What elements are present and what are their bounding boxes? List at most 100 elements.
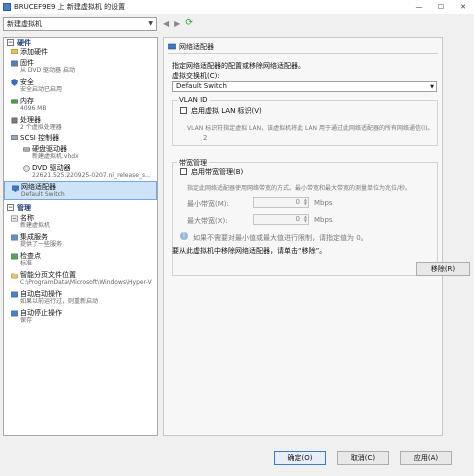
collapse-icon[interactable]: − <box>7 39 14 46</box>
management-header-label: 管理 <box>17 203 31 212</box>
auto-start-icon <box>11 291 18 298</box>
bandwidth-group: 带宽管理 启用带宽管理(B) 指定此网络适配器使用网络带宽的方式。最小带宽和最大… <box>172 158 438 276</box>
tree-item-sub: 4096 MB <box>20 105 47 112</box>
smart-paging-folder-icon <box>11 273 18 279</box>
tree-item-label: 集成服务 <box>20 233 48 241</box>
tree-item-processor[interactable]: 处理器 2 个虚拟处理器 <box>4 114 157 133</box>
virtual-switch-value: Default Switch <box>176 82 227 90</box>
hard-drive-icon <box>23 147 30 152</box>
tree-item-sub: 从 DVD 驱动器 启动 <box>20 67 75 74</box>
enable-vlan-checkbox[interactable] <box>180 107 187 114</box>
minimize-button[interactable]: — <box>408 0 430 14</box>
tree-item-label: 处理器 <box>20 116 41 124</box>
forward-arrow-icon[interactable]: ▶ <box>174 19 180 28</box>
maximize-button[interactable]: ☐ <box>430 0 452 14</box>
tree-item-label: 内存 <box>20 97 34 105</box>
tree-item-label: 硬盘驱动器 <box>32 145 67 153</box>
tree-item-network-adapter[interactable]: 网络适配器 Default Switch <box>4 181 157 200</box>
cancel-button[interactable]: 取消(C) <box>337 451 389 465</box>
tree-item-sub: 新建虚拟机.vhdx <box>32 153 79 160</box>
tree-item-checkpoints[interactable]: 检查点 标准 <box>4 250 157 269</box>
tree-item-label: 固件 <box>20 59 34 67</box>
vlan-id-value[interactable]: 2 <box>203 134 207 142</box>
tree-item-label: 自动停止操作 <box>20 309 62 317</box>
tree-item-sub: 保存 <box>20 317 33 324</box>
tree-item-label: 网络适配器 <box>21 183 56 191</box>
tree-item-label: 自动启动操作 <box>20 290 62 298</box>
remove-button[interactable]: 移除(R) <box>416 262 470 276</box>
panel-description: 指定网络适配器的配置或移除网络适配器。 <box>172 62 305 70</box>
name-icon <box>11 215 18 222</box>
tree-item-scsi-controller[interactable]: SCSI 控制器 <box>4 133 157 143</box>
network-adapter-panel: 网络适配器 指定网络适配器的配置或移除网络适配器。 虚拟交换机(C): Defa… <box>163 37 470 436</box>
apply-button[interactable]: 应用(A) <box>400 451 452 465</box>
tree-item-firmware[interactable]: 固件 从 DVD 驱动器 启动 <box>4 57 157 76</box>
tree-item-hard-drive[interactable]: 硬盘驱动器 新建虚拟机.vhdx <box>4 143 157 162</box>
settings-app-icon <box>3 3 11 11</box>
panel-title: 网络适配器 <box>179 43 214 51</box>
vlan-group: VLAN ID 启用虚拟 LAN 标识(V) VLAN 标识符指定虚拟 LAN，… <box>172 96 438 146</box>
tree-item-sub: 提供了一些服务 <box>20 241 63 248</box>
tree-item-smart-paging[interactable]: 智能分页文件位置 C:\ProgramData\Microsoft\Window… <box>4 269 157 288</box>
tree-item-integration-services[interactable]: 集成服务 提供了一些服务 <box>4 231 157 250</box>
back-arrow-icon[interactable]: ◀ <box>163 19 169 28</box>
tree-item-label: 检查点 <box>20 252 41 260</box>
hardware-section-header[interactable]: − 硬件 <box>4 38 157 47</box>
min-bandwidth-unit: Mbps <box>314 199 333 207</box>
title-bar: BRUCEF9E9 上 新建虚拟机 的设置 — ☐ ✕ <box>0 0 474 14</box>
tree-item-label: 智能分页文件位置 <box>20 271 76 279</box>
tree-item-sub: 安全启动已启用 <box>20 86 63 93</box>
max-bandwidth-label: 最大带宽(X): <box>187 217 228 225</box>
max-bandwidth-input[interactable]: 0 ▲ ▼ <box>253 214 309 225</box>
vlan-hint: VLAN 标识符指定虚拟 LAN，该虚拟机将此 LAN 用于通过此网络适配器的所… <box>187 125 434 132</box>
tree-item-label: 添加硬件 <box>20 48 48 56</box>
collapse-icon[interactable]: − <box>7 204 14 211</box>
tree-item-security[interactable]: 安全 安全启动已启用 <box>4 76 157 95</box>
checkpoint-icon <box>11 253 18 260</box>
enable-bandwidth-checkbox[interactable] <box>180 168 187 175</box>
close-button[interactable]: ✕ <box>452 0 474 14</box>
min-bandwidth-input[interactable]: 0 ▲ ▼ <box>253 197 309 208</box>
spinner-icon[interactable]: ▲ ▼ <box>304 198 307 206</box>
info-icon: i <box>180 232 188 240</box>
tree-item-memory[interactable]: 内存 4096 MB <box>4 95 157 114</box>
virtual-switch-label: 虚拟交换机(C): <box>172 72 220 80</box>
tree-item-sub: C:\ProgramData\Microsoft\Windows\Hyper-V <box>20 279 152 286</box>
scsi-controller-icon <box>11 135 18 140</box>
ok-button[interactable]: 确定(O) <box>274 451 326 465</box>
max-bandwidth-value: 0 <box>295 215 300 223</box>
network-adapter-icon <box>168 43 176 50</box>
add-hardware-icon <box>11 49 18 54</box>
tree-item-auto-stop[interactable]: 自动停止操作 保存 <box>4 307 157 326</box>
vm-selector[interactable]: 新建虚拟机 ▼ <box>3 17 157 31</box>
auto-stop-icon <box>11 310 18 317</box>
shield-icon <box>11 79 18 86</box>
bandwidth-hint: 指定此网络适配器使用网络带宽的方式。最小带宽和最大带宽的测量单位为兆位/秒。 <box>187 185 412 192</box>
management-section-header[interactable]: − 管理 <box>4 203 157 212</box>
tree-item-sub: Default Switch <box>21 191 65 198</box>
min-bandwidth-value: 0 <box>295 198 300 206</box>
tree-item-auto-start[interactable]: 自动启动操作 如果以前运行过，则重新启动 <box>4 288 157 307</box>
max-bandwidth-unit: Mbps <box>314 216 333 224</box>
virtual-switch-select[interactable]: Default Switch ▼ <box>172 81 437 92</box>
tree-item-add-hardware[interactable]: 添加硬件 <box>4 47 157 57</box>
spinner-icon[interactable]: ▲ ▼ <box>304 215 307 223</box>
chevron-down-icon: ▼ <box>148 20 153 27</box>
tree-item-label: SCSI 控制器 <box>20 134 60 142</box>
tree-item-label: 安全 <box>20 78 34 86</box>
window-title: BRUCEF9E9 上 新建虚拟机 的设置 <box>14 3 126 11</box>
remove-hint: 要从此虚拟机中移除网络适配器，请单击“移除”。 <box>172 247 327 255</box>
tree-item-dvd-drive[interactable]: DVD 驱动器 22621.525.220925-0207.ni_release… <box>4 162 157 181</box>
vm-selector-value: 新建虚拟机 <box>7 20 42 28</box>
tree-item-sub: 新建虚拟机 <box>20 222 51 229</box>
tree-item-sub: 如果以前运行过，则重新启动 <box>20 298 99 305</box>
bandwidth-note: 如果不需要对最小值或最大值进行限制，请指定值为 0。 <box>193 234 368 242</box>
tree-item-name[interactable]: 名称 新建虚拟机 <box>4 212 157 231</box>
chevron-down-icon: ▼ <box>430 84 434 90</box>
tree-item-sub: 22621.525.220925-0207.ni_release_s... <box>32 172 151 179</box>
settings-tree: − 硬件 添加硬件 固件 从 DVD 驱动器 启动 安全 安全启动已启用 内存 … <box>3 37 158 436</box>
integration-services-icon <box>11 234 18 241</box>
refresh-icon[interactable]: ⟳ <box>185 18 193 28</box>
tree-item-sub: 标准 <box>20 260 33 267</box>
tree-item-label: 名称 <box>20 214 34 222</box>
